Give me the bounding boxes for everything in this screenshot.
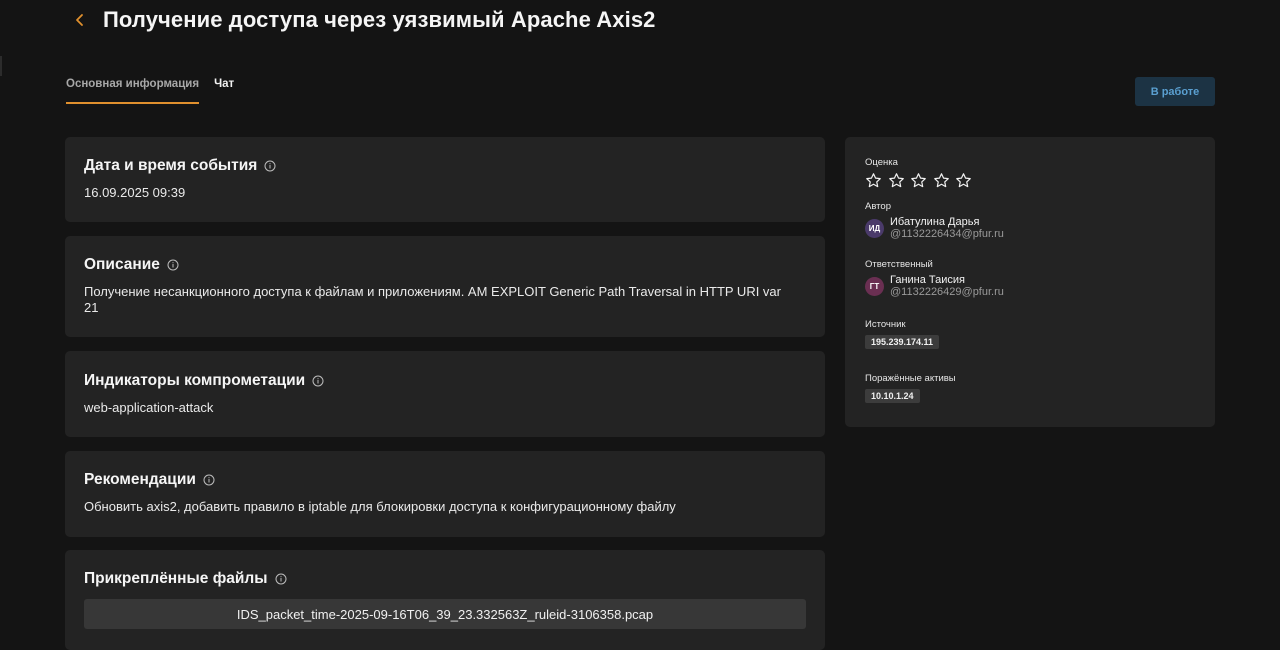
affected-assets-label: Поражённые активы bbox=[865, 373, 956, 384]
recommendations-text: Обновить axis2, добавить правило в iptab… bbox=[84, 499, 676, 514]
responsible-name: Ганина Таисия bbox=[890, 274, 966, 286]
info-icon[interactable] bbox=[275, 573, 287, 585]
affected-asset-tag[interactable]: 10.10.1.24 bbox=[865, 389, 920, 403]
star-icon[interactable] bbox=[910, 172, 927, 189]
chevron-left-icon bbox=[75, 14, 83, 26]
indicators-card: Индикаторы компрометации web-application… bbox=[65, 351, 825, 437]
star-icon[interactable] bbox=[933, 172, 950, 189]
source-ip-tag[interactable]: 195.239.174.11 bbox=[865, 335, 940, 349]
description-text: Получение несанкционного доступа к файла… bbox=[84, 284, 781, 315]
recommendations-card-title: Рекомендации bbox=[84, 471, 196, 488]
responsible-label: Ответственный bbox=[865, 259, 933, 270]
star-icon[interactable] bbox=[955, 172, 972, 189]
indicators-text: web-application-attack bbox=[84, 400, 214, 415]
attached-file[interactable]: IDS_packet_time-2025-09-16T06_39_23.3325… bbox=[84, 599, 806, 629]
files-card-title: Прикреплённые файлы bbox=[84, 570, 268, 587]
tab-main-info[interactable]: Основная информация bbox=[66, 78, 200, 104]
event-datetime: 16.09.2025 09:39 bbox=[84, 185, 186, 200]
page-title: Получение доступа через уязвимый Apache … bbox=[103, 7, 656, 32]
info-icon[interactable] bbox=[264, 160, 276, 172]
recommendations-card: Рекомендации Обновить axis2, добавить пр… bbox=[65, 451, 825, 537]
datetime-card-title: Дата и время события bbox=[84, 157, 258, 174]
files-card: Прикреплённые файлы IDS_packet_time-2025… bbox=[65, 550, 825, 650]
description-card: Описание Получение несанкционного доступ… bbox=[65, 236, 825, 337]
responsible-email: @1132226429@pfur.ru bbox=[890, 286, 1004, 298]
author-name: Ибатулина Дарья bbox=[890, 216, 980, 228]
indicators-card-title: Индикаторы компрометации bbox=[84, 372, 306, 389]
rating-label: Оценка bbox=[865, 157, 898, 168]
left-edge-marker bbox=[0, 56, 2, 76]
tab-chat[interactable]: Чат bbox=[214, 78, 234, 104]
datetime-card: Дата и время события 16.09.2025 09:39 bbox=[65, 137, 825, 222]
info-icon[interactable] bbox=[203, 474, 215, 486]
avatar: ГТ bbox=[865, 277, 884, 296]
rating-stars bbox=[865, 172, 1195, 189]
tab-bar: Основная информация Чат bbox=[66, 78, 234, 104]
star-icon[interactable] bbox=[888, 172, 905, 189]
author-label: Автор bbox=[865, 201, 891, 212]
author-email: @1132226434@pfur.ru bbox=[890, 228, 1004, 240]
author-person: ИД Ибатулина Дарья @1132226434@pfur.ru bbox=[865, 216, 1195, 241]
star-icon[interactable] bbox=[865, 172, 882, 189]
info-icon[interactable] bbox=[167, 259, 179, 271]
status-button[interactable]: В работе bbox=[1135, 77, 1215, 106]
description-card-title: Описание bbox=[84, 256, 160, 273]
responsible-person: ГТ Ганина Таисия @1132226429@pfur.ru bbox=[865, 274, 1195, 299]
back-button[interactable] bbox=[70, 6, 88, 34]
source-label: Источник bbox=[865, 319, 906, 330]
avatar: ИД bbox=[865, 219, 884, 238]
info-icon[interactable] bbox=[312, 375, 324, 387]
page-header: Получение доступа через уязвимый Apache … bbox=[70, 6, 656, 34]
details-sidebar: Оценка Автор ИД Ибатулина Дарья @1132226… bbox=[845, 137, 1215, 427]
